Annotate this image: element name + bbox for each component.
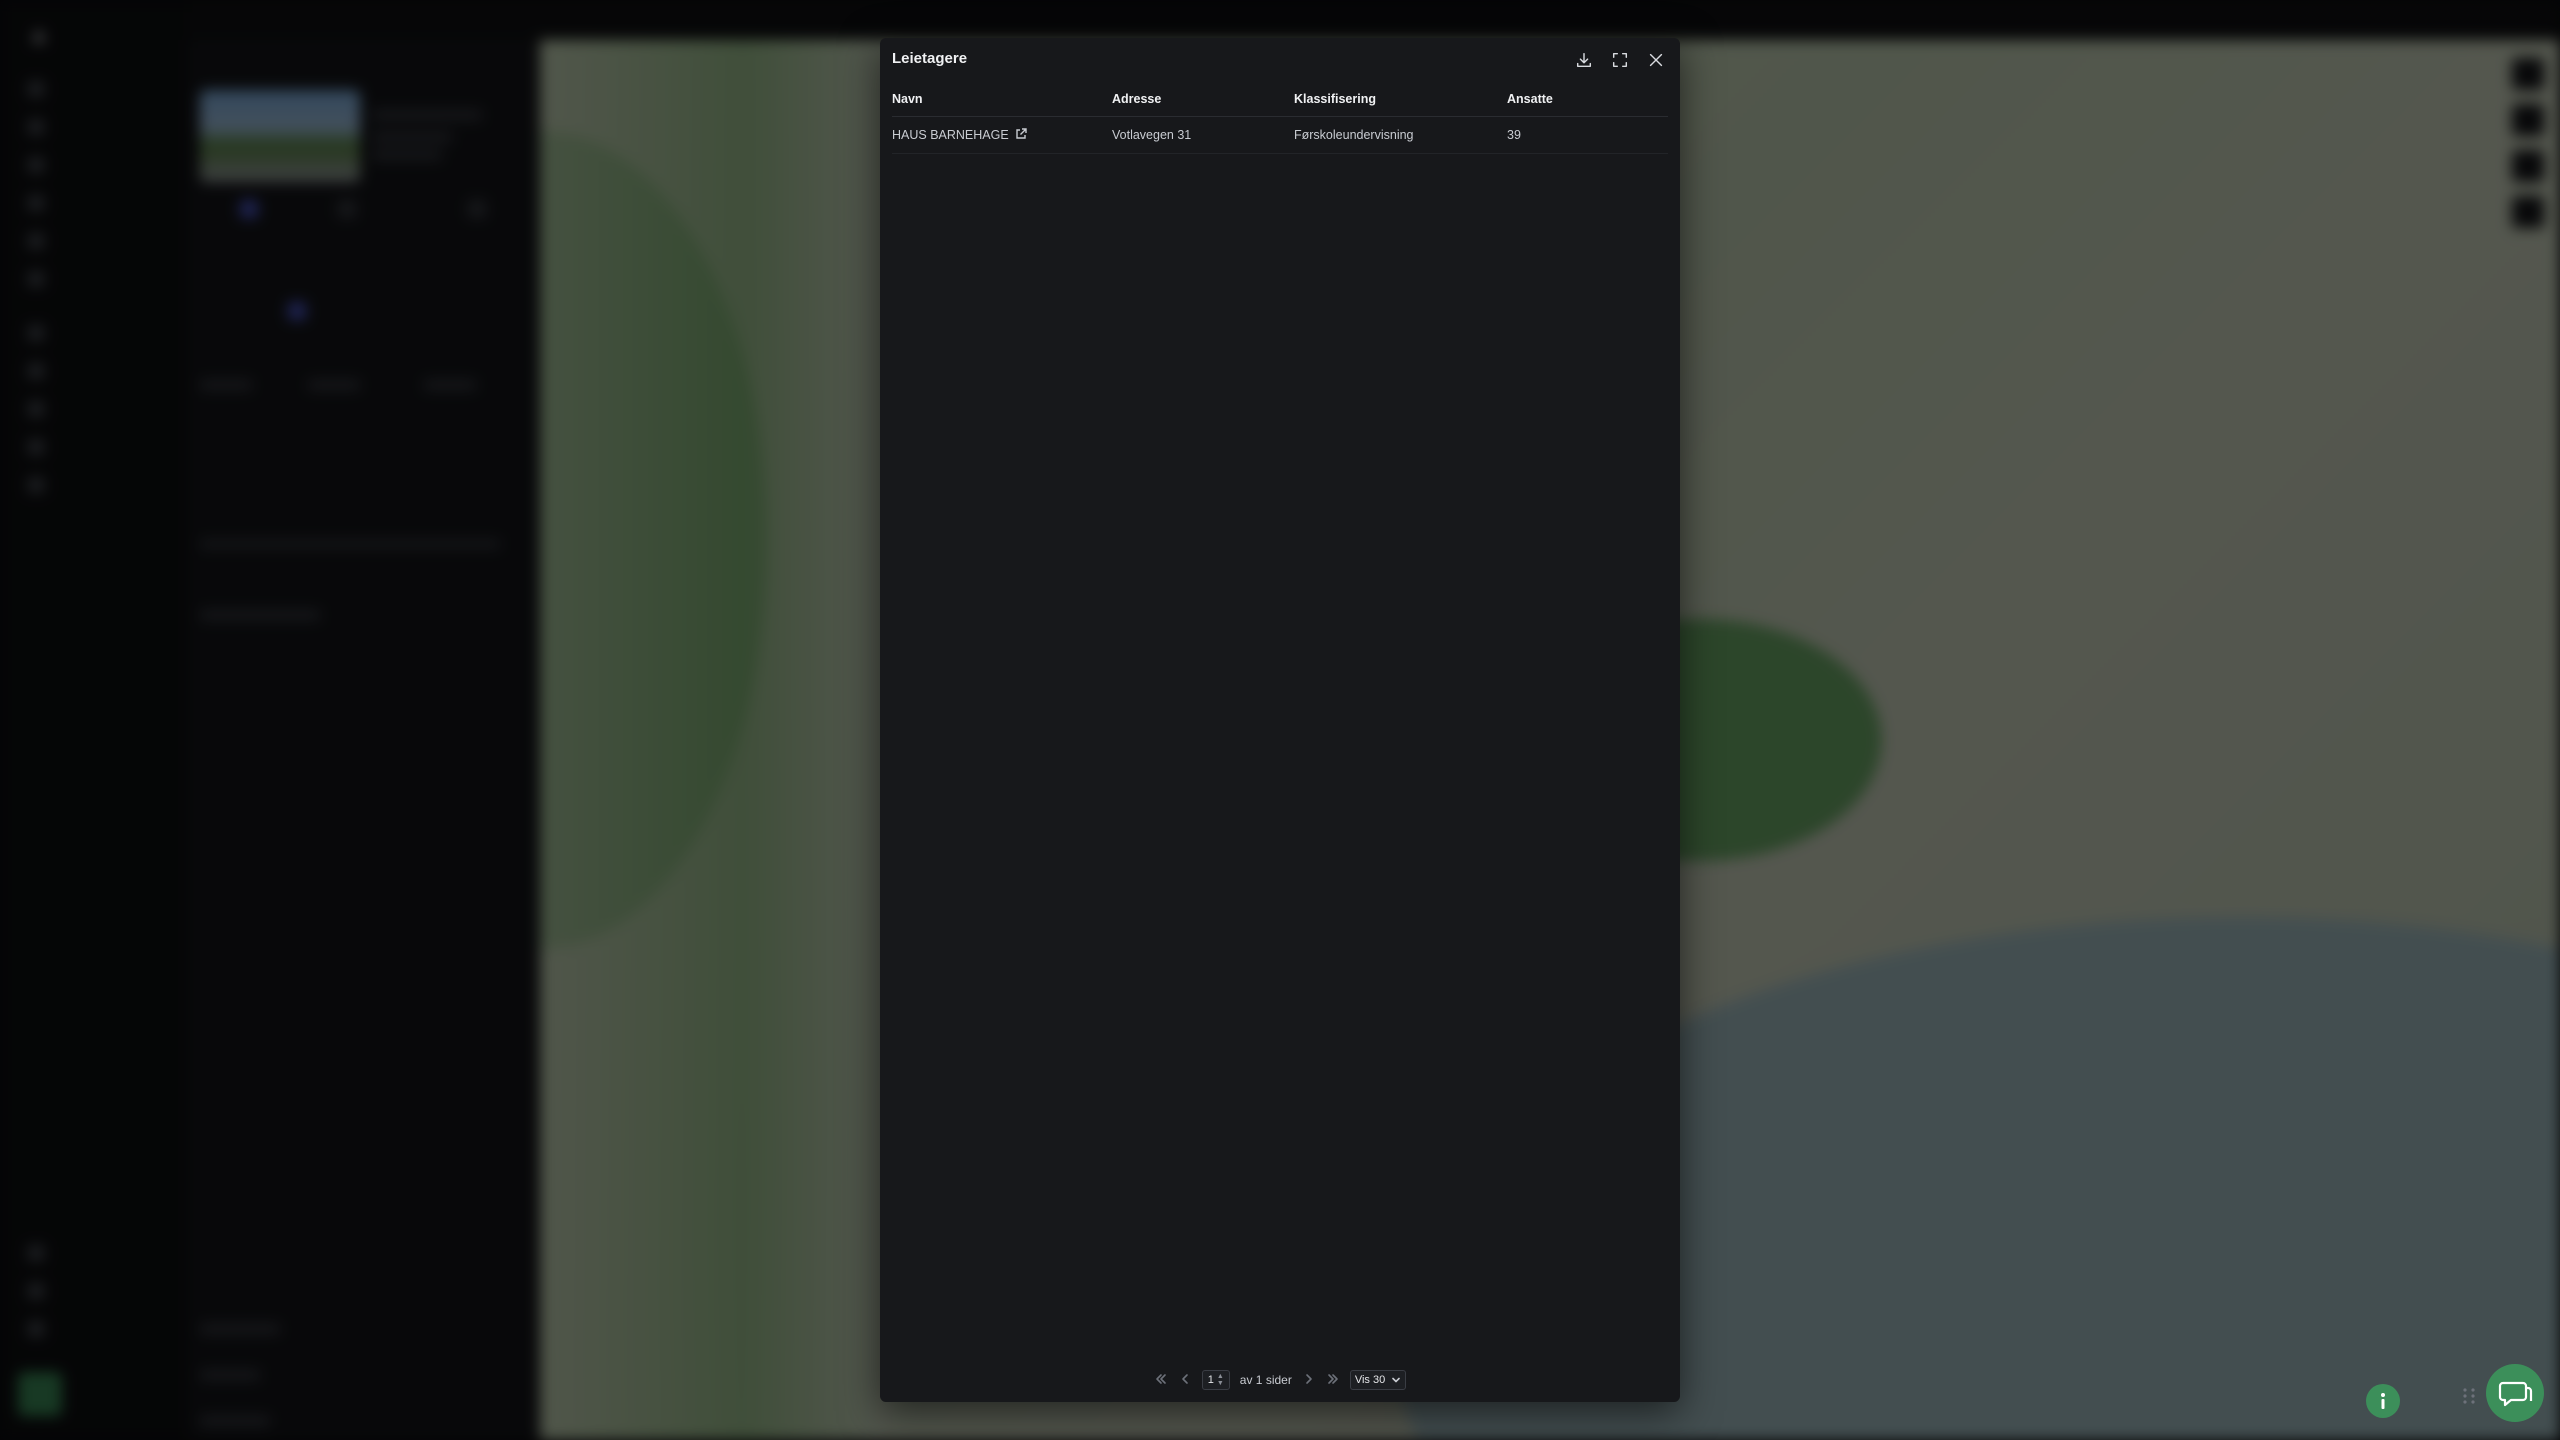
page-size-value: Vis 30 — [1354, 1374, 1386, 1386]
tenant-name-link[interactable]: HAUS BARNEHAGE — [892, 128, 1009, 142]
modal-actions — [1570, 46, 1670, 74]
chevron-down-icon — [1392, 1377, 1401, 1383]
chevron-left-icon — [1181, 1373, 1188, 1384]
close-button[interactable] — [1642, 46, 1670, 74]
fullscreen-button[interactable] — [1606, 46, 1634, 74]
page-size-select[interactable]: Vis 30 — [1349, 1370, 1407, 1390]
double-chevron-right-icon — [1328, 1373, 1338, 1384]
expand-icon — [1612, 52, 1628, 68]
page-number-value: 1 — [1207, 1374, 1214, 1386]
chat-icon — [2498, 1381, 2533, 1407]
external-link-icon[interactable] — [1015, 128, 1027, 140]
info-icon — [2381, 1393, 2385, 1409]
modal-title: Leietagere — [892, 50, 968, 67]
previous-page-button[interactable] — [1178, 1372, 1192, 1389]
table-header: Navn Adresse Klassifisering Ansatte — [892, 88, 1668, 117]
tenants-table: Navn Adresse Klassifisering Ansatte HAUS… — [892, 88, 1668, 154]
stepper-icon[interactable]: ▲ ▼ — [1217, 1373, 1224, 1387]
chevron-right-icon — [1306, 1373, 1312, 1384]
table-row[interactable]: HAUS BARNEHAGE Votlavegen 31 Førskoleund… — [892, 117, 1668, 154]
pagination: 1 ▲ ▼ av 1 sider Vis 30 — [880, 1370, 1680, 1390]
chat-button[interactable] — [2486, 1364, 2544, 1422]
download-button[interactable] — [1570, 46, 1598, 74]
double-chevron-left-icon — [1155, 1373, 1166, 1384]
page-number-input[interactable]: 1 ▲ ▼ — [1201, 1370, 1230, 1390]
download-icon — [1576, 52, 1592, 68]
close-icon — [1649, 53, 1663, 67]
info-button[interactable] — [2366, 1384, 2400, 1418]
column-header-klassifisering[interactable]: Klassifisering — [1294, 92, 1507, 106]
column-header-ansatte[interactable]: Ansatte — [1507, 92, 1627, 106]
tenant-address-cell: Votlavegen 31 — [1112, 128, 1192, 142]
last-page-button[interactable] — [1326, 1372, 1340, 1389]
tenants-modal: Leietagere Navn Adresse Klassifisering A… — [880, 38, 1680, 1402]
page-count-label: av 1 sider — [1239, 1373, 1292, 1387]
tenant-classification-cell: Førskoleundervisning — [1294, 128, 1414, 142]
column-header-adresse[interactable]: Adresse — [1112, 92, 1294, 106]
first-page-button[interactable] — [1154, 1372, 1168, 1389]
tenant-employees-cell: 39 — [1507, 128, 1521, 142]
drag-handle-icon[interactable] — [2462, 1386, 2476, 1406]
next-page-button[interactable] — [1302, 1372, 1316, 1389]
tenant-name-cell[interactable]: HAUS BARNEHAGE — [892, 128, 1112, 142]
column-header-navn[interactable]: Navn — [892, 92, 1112, 106]
